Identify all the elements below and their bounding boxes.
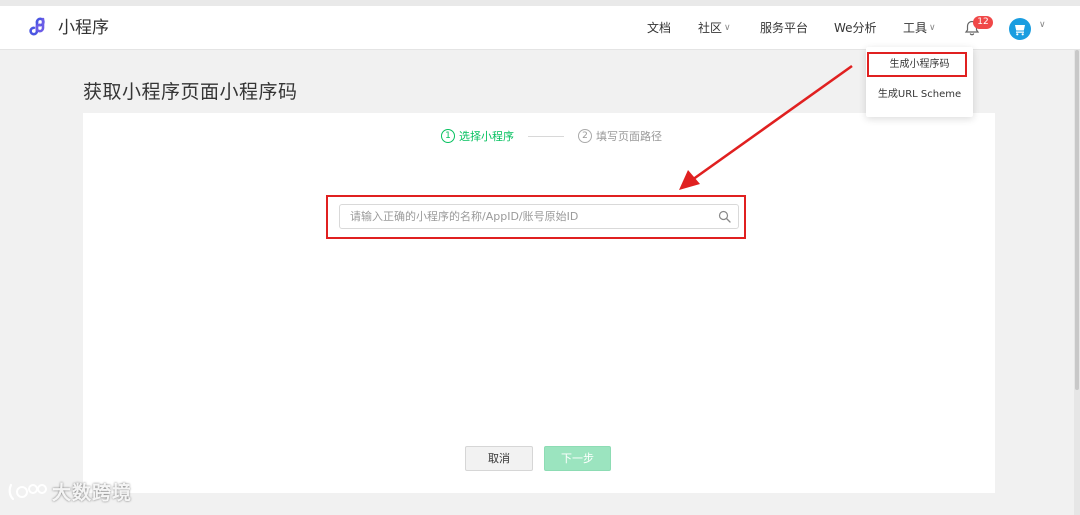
nav-docs-label: 文档 <box>647 21 672 35</box>
menu-highlight-box <box>867 52 967 77</box>
scrollbar-thumb[interactable] <box>1075 50 1079 390</box>
logo[interactable]: 小程序 <box>28 16 109 40</box>
nav-community[interactable]: 社区 ∨ <box>698 6 731 50</box>
content-card <box>83 113 995 493</box>
nav-tools-label: 工具 <box>903 21 928 35</box>
next-button[interactable]: 下一步 <box>544 446 611 471</box>
notification-badge: 12 <box>973 16 993 29</box>
nav-analytics[interactable]: We分析 <box>834 6 877 50</box>
nav-community-label: 社区 <box>698 21 723 35</box>
watermark: 大数跨境 <box>8 478 132 505</box>
search-input[interactable] <box>350 205 710 228</box>
cancel-button[interactable]: 取消 <box>465 446 533 471</box>
app-name: 小程序 <box>58 18 109 38</box>
nav-tools[interactable]: 工具 ∨ <box>903 6 936 50</box>
nav-service-label: 服务平台 <box>760 21 809 35</box>
header-bar: 小程序 文档 社区 ∨ 服务平台 We分析 工具 ∨ 12 ∨ <box>0 6 1080 50</box>
nav-analytics-label: We分析 <box>834 21 877 35</box>
watermark-text: 大数跨境 <box>52 482 133 504</box>
mini-program-logo-icon <box>29 17 45 36</box>
avatar[interactable] <box>1009 18 1031 40</box>
nav-service-platform[interactable]: 服务平台 <box>760 6 808 50</box>
step-1-label: 选择小程序 <box>459 130 514 143</box>
step-1-number: 1 <box>441 129 455 143</box>
step-2-label: 填写页面路径 <box>596 130 662 143</box>
menu-item-generate-url-scheme[interactable]: 生成URL Scheme <box>866 82 973 108</box>
search-icon[interactable] <box>718 210 731 223</box>
step-2-number: 2 <box>578 129 592 143</box>
search-container[interactable] <box>339 204 739 229</box>
stepper: 1 选择小程序 2 填写页面路径 <box>441 128 662 144</box>
chevron-down-icon: ∨ <box>929 23 936 33</box>
step-divider <box>528 135 564 137</box>
page-title: 获取小程序页面小程序码 <box>83 81 298 103</box>
chevron-down-icon[interactable]: ∨ <box>1039 20 1046 30</box>
cart-icon <box>1015 25 1025 36</box>
chevron-down-icon: ∨ <box>724 23 731 33</box>
watermark-logo-icon <box>8 483 47 500</box>
nav-docs[interactable]: 文档 <box>647 6 671 50</box>
